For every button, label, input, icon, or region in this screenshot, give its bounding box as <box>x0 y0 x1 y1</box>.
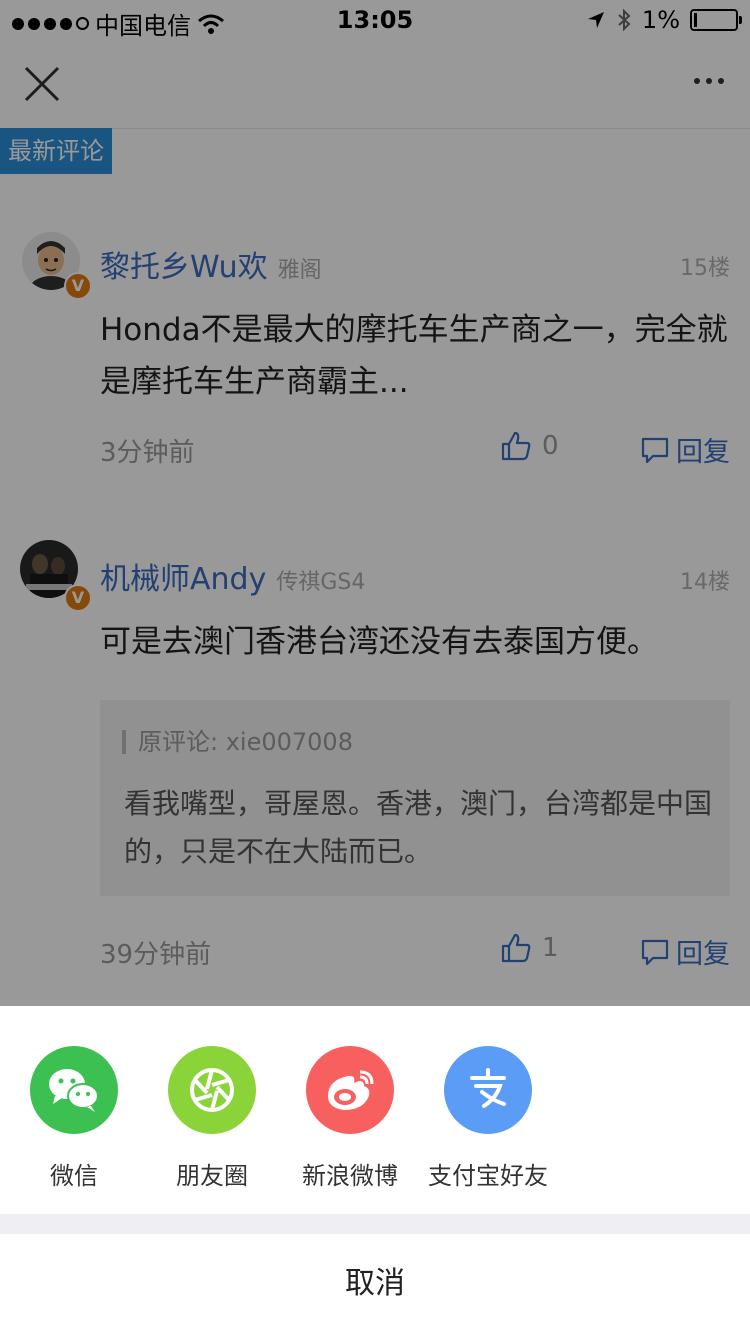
share-label: 支付宝好友 <box>428 1162 548 1190</box>
moments-icon <box>168 1046 256 1134</box>
share-label: 新浪微博 <box>302 1162 398 1190</box>
sheet-divider <box>0 1214 750 1234</box>
wechat-icon <box>30 1046 118 1134</box>
share-label: 微信 <box>50 1162 98 1190</box>
share-moments-button[interactable]: 朋友圈 <box>142 1046 282 1191</box>
share-alipay-button[interactable]: 支付宝好友 <box>418 1046 558 1191</box>
share-wechat-button[interactable]: 微信 <box>4 1046 144 1191</box>
modal-overlay[interactable] <box>0 0 750 1006</box>
share-weibo-button[interactable]: 新浪微博 <box>280 1046 420 1191</box>
weibo-icon <box>306 1046 394 1134</box>
cancel-button[interactable]: 取消 <box>0 1234 750 1334</box>
share-label: 朋友圈 <box>176 1162 248 1190</box>
alipay-icon <box>444 1046 532 1134</box>
